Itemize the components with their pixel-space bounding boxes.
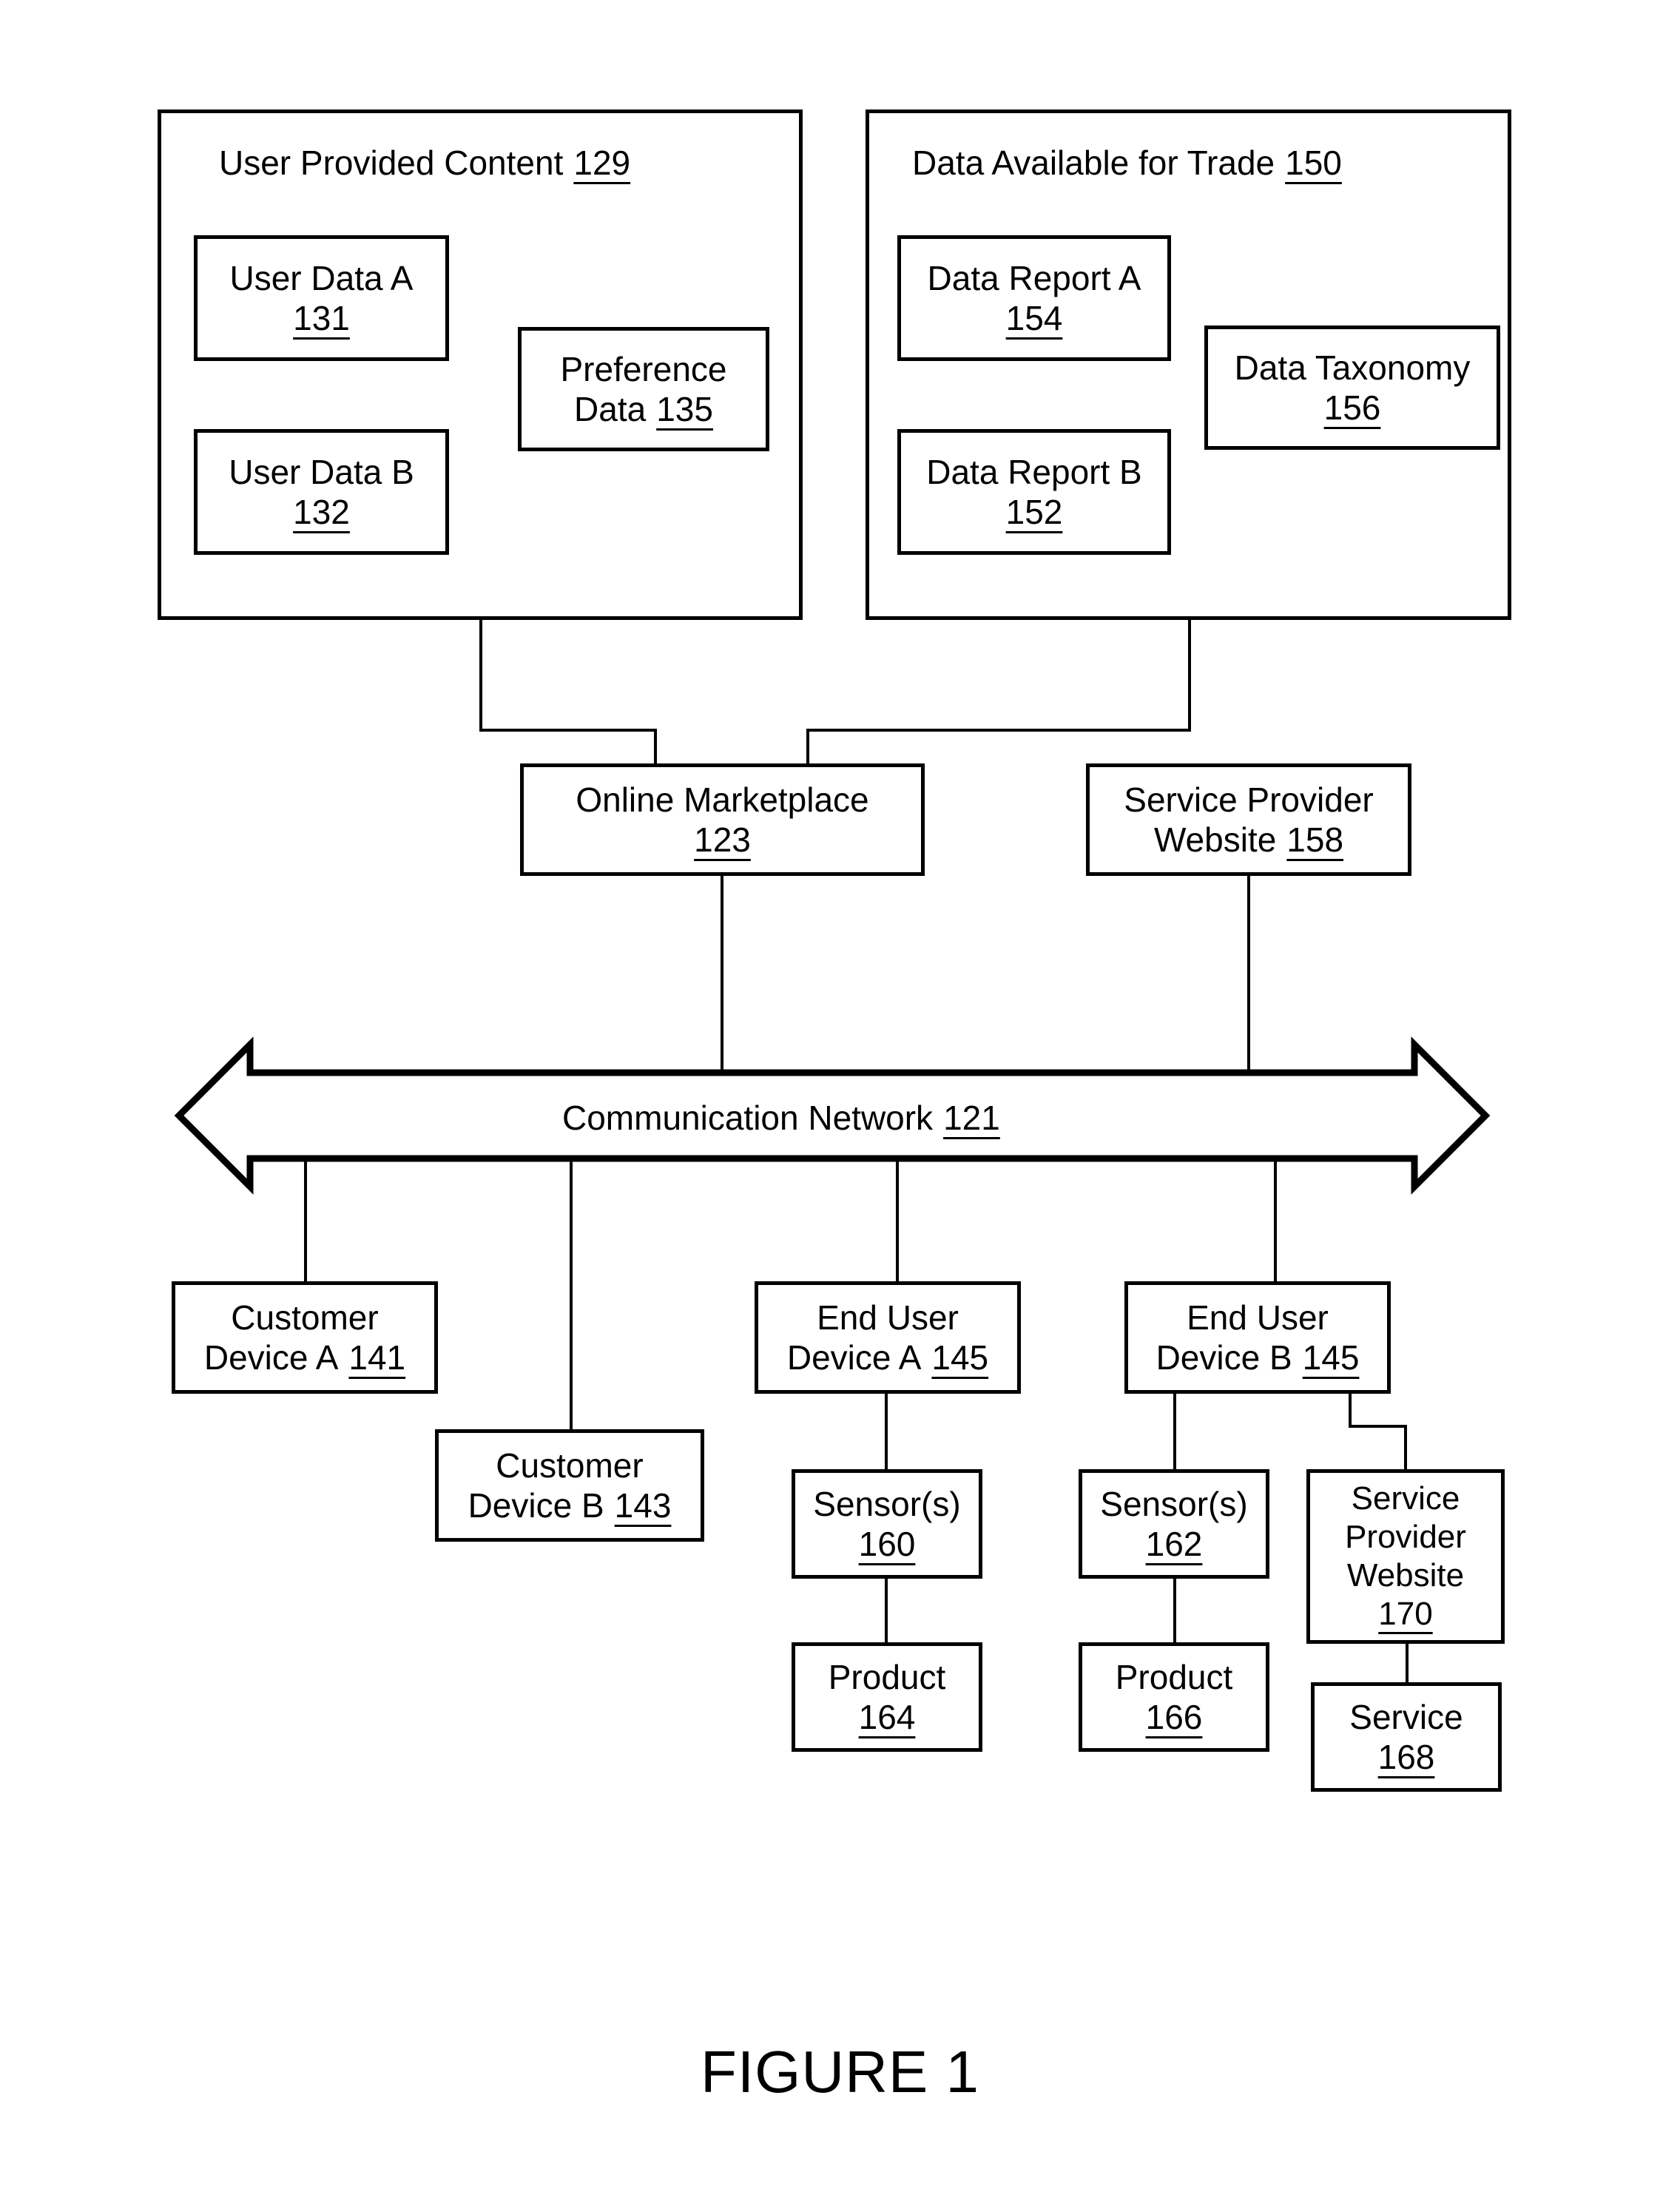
block-customer-device-a-line2-text: Device A xyxy=(203,1338,339,1377)
container-title-text: Data Available for Trade xyxy=(912,144,1275,182)
block-data-taxonomy-label: Data Taxonomy xyxy=(1234,348,1471,387)
block-sensors-160-label: Sensor(s) xyxy=(813,1484,961,1523)
block-online-marketplace-label: Online Marketplace xyxy=(576,780,869,819)
block-end-user-device-b-line2-text: Device B xyxy=(1156,1338,1292,1377)
connector-dat-to-marketplace-v2 xyxy=(806,729,809,766)
connector-sensors-162-to-product-166 xyxy=(1173,1577,1176,1644)
connector-upc-to-marketplace-h xyxy=(479,729,657,732)
block-preference-data-line2: Data 135 xyxy=(574,389,713,429)
block-data-report-b-label: Data Report B xyxy=(926,452,1142,491)
block-service-168: Service 168 xyxy=(1311,1682,1502,1792)
communication-network-label-text: Communication Network xyxy=(562,1099,934,1137)
container-data-available-for-trade-title: Data Available for Trade 150 xyxy=(912,144,1342,182)
block-user-data-b-ref: 132 xyxy=(293,493,350,531)
connector-upc-to-marketplace-v1 xyxy=(479,616,482,732)
block-spw170-line1: Service xyxy=(1351,1480,1460,1517)
block-customer-device-a: Customer Device A 141 xyxy=(172,1281,438,1394)
connector-dat-to-marketplace-v1 xyxy=(1188,616,1191,732)
block-service-168-ref: 168 xyxy=(1377,1738,1435,1776)
block-data-report-b: Data Report B 152 xyxy=(897,429,1171,555)
block-online-marketplace: Online Marketplace 123 xyxy=(520,763,925,876)
connector-eud-b-to-spw170-v2 xyxy=(1404,1425,1407,1472)
block-preference-data-line2-text: Data xyxy=(574,390,647,428)
block-preference-data-ref: 135 xyxy=(656,390,713,428)
communication-network-ref: 121 xyxy=(943,1099,1000,1137)
figure-canvas: User Provided Content 129 User Data A 131… xyxy=(0,0,1680,2189)
block-preference-data-line1: Preference xyxy=(560,349,727,388)
block-user-data-a: User Data A 131 xyxy=(194,235,449,361)
block-customer-device-b-line1: Customer xyxy=(496,1446,644,1485)
block-spw158-line2: Website 158 xyxy=(1154,820,1343,860)
block-user-data-a-label: User Data A xyxy=(229,258,414,297)
block-customer-device-b-line2-text: Device B xyxy=(468,1486,604,1525)
connector-dat-to-marketplace-h xyxy=(806,729,1191,732)
figure-caption: FIGURE 1 xyxy=(701,2039,979,2105)
block-data-report-a-ref: 154 xyxy=(1005,299,1063,337)
container-ref-number: 129 xyxy=(573,144,631,182)
block-end-user-device-a-ref: 145 xyxy=(931,1338,989,1377)
connector-eud-b-to-spw170-h xyxy=(1349,1425,1406,1428)
connector-upc-to-marketplace-v2 xyxy=(654,729,657,766)
block-product-166: Product 166 xyxy=(1079,1642,1269,1752)
block-user-data-a-ref: 131 xyxy=(293,299,350,337)
block-customer-device-a-line2: Device A 141 xyxy=(204,1338,405,1377)
block-sensors-162: Sensor(s) 162 xyxy=(1079,1469,1269,1579)
block-end-user-device-b-line1: End User xyxy=(1187,1298,1329,1337)
block-end-user-device-a-line2: Device A 145 xyxy=(787,1338,988,1377)
block-sensors-160: Sensor(s) 160 xyxy=(792,1469,982,1579)
block-product-164-ref: 164 xyxy=(858,1698,916,1736)
block-product-166-label: Product xyxy=(1115,1657,1233,1696)
block-customer-device-a-ref: 141 xyxy=(348,1338,406,1377)
block-product-164-label: Product xyxy=(828,1657,946,1696)
block-sensors-162-label: Sensor(s) xyxy=(1100,1484,1248,1523)
block-end-user-device-b: End User Device B 145 xyxy=(1124,1281,1391,1394)
block-data-taxonomy-ref: 156 xyxy=(1323,388,1381,427)
block-data-report-a-label: Data Report A xyxy=(927,258,1141,297)
block-user-data-b-label: User Data B xyxy=(229,452,414,491)
block-product-164: Product 164 xyxy=(792,1642,982,1752)
block-data-taxonomy: Data Taxonomy 156 xyxy=(1204,326,1500,450)
block-customer-device-a-line1: Customer xyxy=(231,1298,379,1337)
communication-network-label: Communication Network 121 xyxy=(562,1098,1000,1138)
block-end-user-device-b-ref: 145 xyxy=(1302,1338,1360,1377)
block-preference-data: Preference Data 135 xyxy=(518,327,769,451)
block-customer-device-b-line2: Device B 143 xyxy=(468,1485,672,1525)
block-spw170-line2: Provider xyxy=(1345,1519,1466,1556)
block-product-166-ref: 166 xyxy=(1145,1698,1203,1736)
block-online-marketplace-ref: 123 xyxy=(694,820,751,859)
block-sensors-162-ref: 162 xyxy=(1145,1525,1203,1563)
block-user-data-b: User Data B 132 xyxy=(194,429,449,555)
block-end-user-device-b-line2: Device B 145 xyxy=(1156,1338,1360,1377)
connector-sensors-160-to-product-164 xyxy=(885,1577,888,1644)
connector-eud-a-to-sensors-160 xyxy=(885,1392,888,1471)
block-spw158-line2-text: Website xyxy=(1153,820,1277,859)
container-user-provided-content-title: User Provided Content 129 xyxy=(219,144,630,182)
block-spw158-line1: Service Provider xyxy=(1124,780,1374,819)
container-ref-number: 150 xyxy=(1285,144,1342,182)
block-customer-device-b: Customer Device B 143 xyxy=(435,1429,704,1542)
container-title-text: User Provided Content xyxy=(219,144,564,182)
connector-eud-b-to-sensors-162 xyxy=(1173,1392,1176,1471)
block-spw158-ref: 158 xyxy=(1286,820,1344,859)
block-spw170-line3: Website xyxy=(1346,1557,1465,1593)
block-end-user-device-a-line2-text: Device A xyxy=(786,1338,922,1377)
block-end-user-device-a: End User Device A 145 xyxy=(755,1281,1021,1394)
block-data-report-a: Data Report A 154 xyxy=(897,235,1171,361)
block-spw170-ref: 170 xyxy=(1378,1595,1433,1632)
block-customer-device-b-ref: 143 xyxy=(614,1486,672,1525)
block-sensors-160-ref: 160 xyxy=(858,1525,916,1563)
block-service-provider-website-158: Service Provider Website 158 xyxy=(1086,763,1411,876)
block-end-user-device-a-line1: End User xyxy=(817,1298,959,1337)
block-service-168-label: Service xyxy=(1349,1697,1463,1736)
connector-eud-b-to-spw170-v1 xyxy=(1349,1392,1352,1425)
connector-spw170-to-service-168 xyxy=(1406,1642,1409,1684)
block-data-report-b-ref: 152 xyxy=(1005,493,1063,531)
block-service-provider-website-170: Service Provider Website 170 xyxy=(1306,1469,1505,1644)
